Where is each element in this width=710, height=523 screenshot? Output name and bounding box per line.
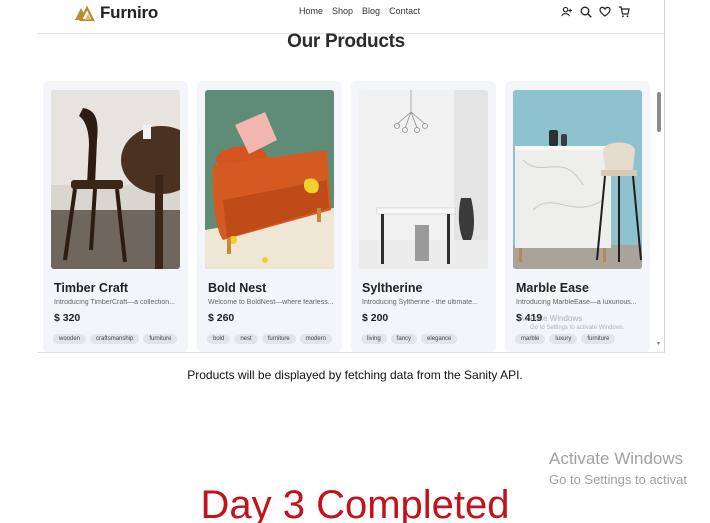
product-tags: bold nest furniture modern xyxy=(207,334,333,344)
caption-text: Products will be displayed by fetching d… xyxy=(187,368,523,382)
product-tag[interactable]: fancy xyxy=(390,334,418,344)
product-tag[interactable]: furniture xyxy=(581,334,616,344)
product-image xyxy=(205,90,334,269)
activate-windows-watermark: Activate Windows xyxy=(549,449,684,468)
product-tag[interactable]: marble xyxy=(515,334,546,344)
product-description: Introducing TimberCraft—a collection... xyxy=(54,299,175,306)
frame-divider xyxy=(37,352,665,353)
product-tag[interactable]: living xyxy=(361,334,387,344)
top-navbar: Furniro Home Shop Blog Contact xyxy=(37,0,665,34)
cart-icon[interactable] xyxy=(617,5,630,18)
product-price: $ 200 xyxy=(362,312,389,324)
product-tag[interactable]: wooden xyxy=(53,334,87,344)
furniro-logo-icon xyxy=(75,5,95,21)
product-name: Marble Ease xyxy=(516,281,589,295)
nav-link-shop[interactable]: Shop xyxy=(332,6,353,16)
heart-icon[interactable] xyxy=(598,5,611,18)
product-tag[interactable]: nest xyxy=(234,334,258,344)
frame-divider xyxy=(664,0,665,352)
product-tag[interactable]: bold xyxy=(207,334,231,344)
activate-windows-watermark-inner: Activate Windows xyxy=(519,314,583,323)
day-completed-headline: Day 3 Completed xyxy=(200,483,510,523)
product-card[interactable]: Timber Craft Introducing TimberCraft—a c… xyxy=(43,81,188,352)
product-card[interactable]: Bold Nest Welcome to BoldNest—where fear… xyxy=(197,81,342,352)
brand-logo[interactable]: Furniro xyxy=(74,3,158,23)
product-tags: marble luxury furniture xyxy=(515,334,616,344)
nav-link-contact[interactable]: Contact xyxy=(389,6,420,16)
search-icon[interactable] xyxy=(579,5,592,18)
product-image xyxy=(51,90,180,269)
product-image xyxy=(359,90,488,269)
product-price: $ 320 xyxy=(54,312,81,324)
product-card[interactable]: Marble Ease Introducing MarbleEase—a lux… xyxy=(505,81,650,352)
product-price: $ 260 xyxy=(208,312,235,324)
product-tag[interactable]: furniture xyxy=(261,334,296,344)
scrollbar-thumb[interactable] xyxy=(657,92,661,132)
scroll-down-arrow-icon[interactable]: ▾ xyxy=(657,341,662,347)
product-description: Introducing MarbleEase—a luxurious... xyxy=(516,299,637,306)
website-screenshot: Furniro Home Shop Blog Contact Our Produ… xyxy=(37,0,665,352)
product-description: Welcome to BoldNest—where fearless... xyxy=(208,299,334,306)
product-tags: wooden craftsmanship furniture xyxy=(53,334,178,344)
nav-links: Home Shop Blog Contact xyxy=(299,6,420,16)
activate-windows-subtext-inner: Go to Settings to activate Windows. xyxy=(530,325,625,331)
nav-icons xyxy=(560,5,630,18)
product-tag[interactable]: luxury xyxy=(549,334,578,344)
product-name: Syltherine xyxy=(362,281,423,295)
product-name: Timber Craft xyxy=(54,281,129,295)
product-image xyxy=(513,90,642,269)
product-tag[interactable]: furniture xyxy=(143,334,178,344)
nav-link-home[interactable]: Home xyxy=(299,6,323,16)
product-tags: living fancy elegance xyxy=(361,334,458,344)
product-tag[interactable]: modern xyxy=(299,334,333,344)
user-plus-icon[interactable] xyxy=(560,5,573,18)
product-card[interactable]: Syltherine Introducing Syltherine - the … xyxy=(351,81,496,352)
nav-link-blog[interactable]: Blog xyxy=(362,6,380,16)
product-tag[interactable]: elegance xyxy=(421,334,458,344)
section-title: Our Products xyxy=(287,31,405,52)
product-name: Bold Nest xyxy=(208,281,267,295)
product-tag[interactable]: craftsmanship xyxy=(90,334,140,344)
brand-name: Furniro xyxy=(100,3,159,22)
product-description: Introducing Syltherine - the ultimate... xyxy=(362,299,478,306)
